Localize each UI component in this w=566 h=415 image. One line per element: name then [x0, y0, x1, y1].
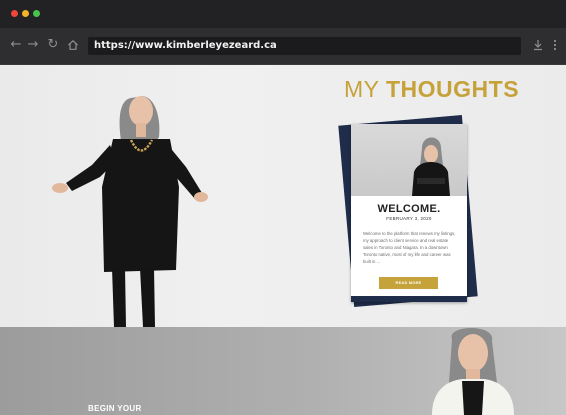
heading-word-thoughts: THOUGHTS — [385, 76, 520, 102]
agent-portrait-photo — [432, 328, 514, 415]
title-bar — [0, 0, 566, 28]
browser-window: ← → ↻ https://www.kimberleyezeard.ca MY … — [0, 0, 566, 415]
blog-post-card[interactable]: WELCOME. FEBRUARY 3, 2020 Welcome to the… — [351, 124, 467, 302]
close-window-dot[interactable] — [11, 10, 18, 17]
blog-card-photo — [351, 124, 467, 196]
blog-card-date: FEBRUARY 3, 2020 — [386, 216, 432, 221]
my-thoughts-heading: MY THOUGHTS — [344, 76, 519, 103]
agent-standing-photo — [52, 96, 208, 327]
begin-heading: BEGIN YOUR — [88, 404, 142, 413]
hero-section: MY THOUGHTS WELCOME. FEBRUARY 3, 2020 We… — [0, 65, 566, 327]
begin-section: BEGIN YOUR — [0, 327, 566, 415]
heading-word-my: MY — [344, 76, 380, 102]
blog-card-title[interactable]: WELCOME. — [351, 203, 467, 215]
url-text: https://www.kimberleyezeard.ca — [94, 40, 277, 51]
browser-toolbar: ← → ↻ https://www.kimberleyezeard.ca — [0, 28, 566, 65]
minimize-window-dot[interactable] — [22, 10, 29, 17]
home-icon[interactable] — [65, 36, 81, 54]
address-bar[interactable]: https://www.kimberleyezeard.ca — [88, 37, 521, 55]
web-page: MY THOUGHTS WELCOME. FEBRUARY 3, 2020 We… — [0, 65, 566, 415]
blog-card-excerpt: Welcome to the platform that renews my l… — [363, 231, 456, 264]
download-icon[interactable] — [530, 36, 546, 54]
menu-icon[interactable] — [547, 36, 563, 54]
read-more-button[interactable]: READ MORE — [379, 277, 438, 289]
agent-arms-crossed-photo — [412, 137, 450, 196]
card-bottom-bar — [351, 296, 467, 302]
forward-arrow-icon[interactable]: → — [25, 36, 41, 54]
back-arrow-icon[interactable]: ← — [8, 36, 24, 54]
maximize-window-dot[interactable] — [33, 10, 40, 17]
reload-icon[interactable]: ↻ — [45, 36, 61, 54]
